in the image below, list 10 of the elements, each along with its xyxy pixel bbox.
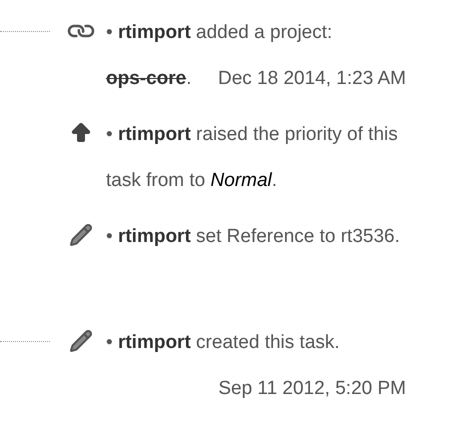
pencil-icon (69, 329, 93, 353)
timestamp: Dec 18 2014, 1:23 AM (218, 67, 406, 91)
connector-line (0, 340, 50, 342)
story-text: • rtimport created this task. Sep 11 2012, 5:20 PM (106, 320, 406, 412)
connector-line (0, 30, 50, 32)
story-text: • rtimport raised the priority of this task from to Normal. (106, 123, 399, 193)
up-arrow-icon (69, 121, 93, 145)
story-text: • rtimport set Reference to rt3536. (106, 225, 401, 249)
pencil-icon (69, 223, 93, 247)
timestamp: Sep 11 2012, 5:20 PM (218, 377, 406, 401)
